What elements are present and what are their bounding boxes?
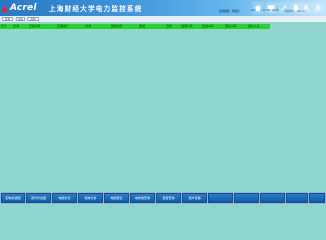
tab-communication-status[interactable]: 通讯状态图 — [26, 193, 51, 203]
column-header[interactable]: 回路编号 — [58, 24, 68, 29]
tab-parameter-query[interactable]: 电参量查询 — [130, 193, 155, 203]
power-tower-icon-glyph — [303, 4, 309, 12]
wrench-icon-glyph — [281, 4, 288, 11]
toolbar: 查询 导出 打印 — [0, 16, 326, 22]
print-button[interactable]: 打印 — [27, 16, 39, 21]
power-tower-icon — [312, 2, 324, 14]
home-icon[interactable] — [252, 2, 264, 14]
power-tower-icon-glyph — [315, 4, 321, 12]
query-button[interactable]: 查询 — [2, 16, 13, 21]
column-header[interactable]: 限值 — [167, 24, 172, 29]
tab-distribution-diagram[interactable]: 配电系统图 — [1, 193, 25, 203]
wrench-icon[interactable] — [278, 2, 290, 14]
column-header[interactable]: 序号 — [1, 24, 6, 29]
home-icon-glyph — [254, 4, 262, 12]
tab-alarm-query[interactable]: 报警查询 — [156, 193, 181, 203]
alarm-icon-glyph — [292, 4, 300, 12]
column-header[interactable]: 报警时间 — [182, 24, 192, 29]
tab-meter-reading[interactable]: 电能抄表 — [52, 193, 77, 203]
alarm-table-header: 序号 名称 回路名称 回路编号 状态 报警类型 数值 限值 报警时间 恢复时间 … — [0, 24, 270, 29]
bottom-tab-bar: 配电系统图 通讯状态图 电能抄表 用电分析 电能报表 电参量查询 报警查询 用户… — [0, 192, 326, 204]
tab-user-management[interactable]: 用户管理 — [182, 193, 207, 203]
column-header[interactable]: 数值 — [140, 24, 145, 29]
tab-energy-report[interactable]: 电能报表 — [104, 193, 129, 203]
status-alarm: 最新报警：测试告 — [219, 10, 240, 13]
logo-mark-icon — [2, 4, 9, 13]
monitor-icon[interactable] — [265, 2, 277, 14]
column-header[interactable]: 确认时间 — [226, 24, 236, 29]
monitor-icon-glyph — [267, 5, 275, 12]
column-header[interactable]: 状态 — [86, 24, 91, 29]
export-button[interactable]: 导出 — [16, 16, 25, 21]
brand-logo: Acrel — [2, 2, 37, 14]
power-tower-icon — [300, 2, 312, 14]
column-header[interactable]: 恢复时间 — [203, 24, 213, 29]
column-header[interactable]: 回路名称 — [30, 24, 40, 29]
column-header[interactable]: 名称 — [14, 24, 19, 29]
system-title: 上海财经大学电力监控系统 — [49, 5, 143, 13]
column-header[interactable]: 确认人员 — [249, 24, 259, 29]
tab-usage-analysis[interactable]: 用电分析 — [78, 193, 103, 203]
tab-empty[interactable] — [208, 193, 233, 203]
tab-empty[interactable] — [309, 193, 325, 203]
column-header[interactable]: 报警类型 — [112, 24, 122, 29]
logo-text: Acrel — [10, 3, 37, 13]
app-header: Acrel 上海财经大学电力监控系统 最新报警：测试告 2022-04-21 0… — [0, 0, 326, 16]
tab-empty[interactable] — [260, 193, 285, 203]
tab-empty[interactable] — [286, 193, 308, 203]
tab-empty[interactable] — [234, 193, 259, 203]
